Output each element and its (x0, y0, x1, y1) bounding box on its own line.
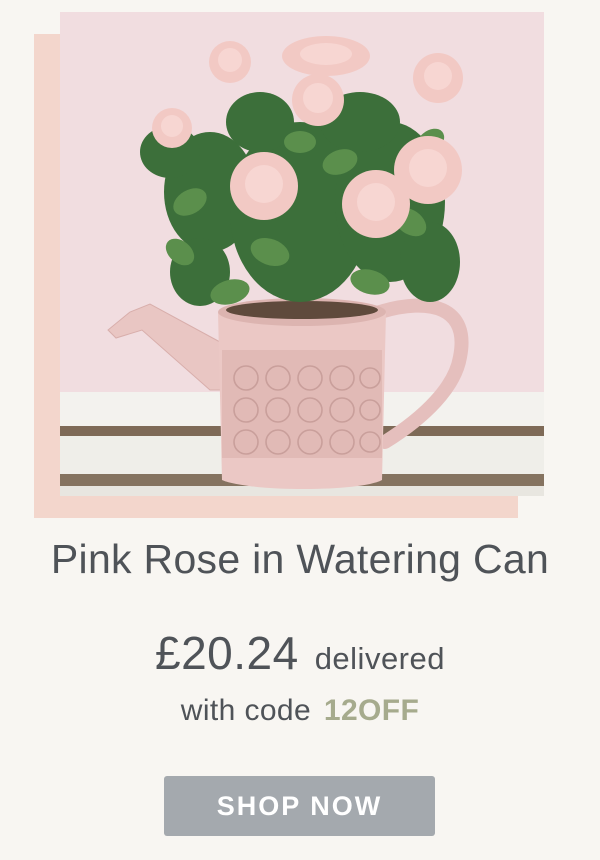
price-suffix: delivered (314, 641, 445, 676)
discount-code: 12OFF (323, 694, 420, 727)
product-price: £20.24 (154, 627, 299, 679)
price-line: £20.24 delivered (0, 626, 600, 680)
shop-now-button[interactable]: SHOP NOW (164, 776, 435, 836)
code-prefix: with code (180, 694, 312, 727)
product-image[interactable] (60, 12, 544, 496)
product-title: Pink Rose in Watering Can (50, 536, 550, 582)
promo-card: Pink Rose in Watering Can £20.24 delivere… (0, 0, 600, 860)
discount-code-line: with code 12OFF (0, 694, 600, 728)
